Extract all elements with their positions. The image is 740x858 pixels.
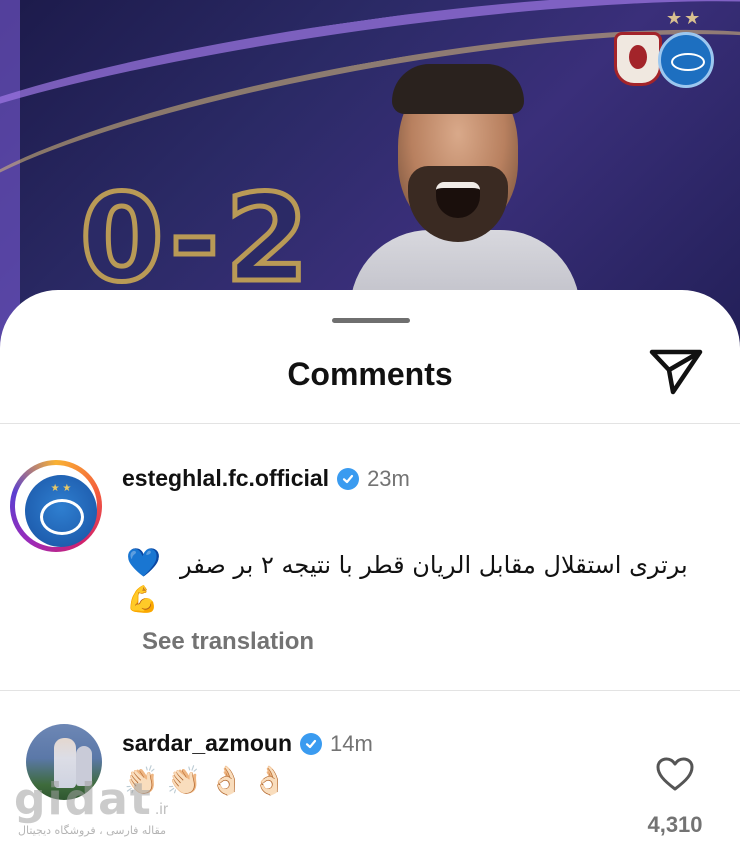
like-count: 4,310 [647, 812, 703, 837]
see-translation-link[interactable]: See translation [142, 628, 314, 656]
watermark: gidat .ir مقاله فارسی ، فروشگاه دیجیتال [14, 778, 169, 838]
verified-badge-icon [337, 467, 360, 490]
club-crest-icon [658, 32, 714, 88]
ok-hand-emoji: 👌🏻 [251, 764, 287, 797]
player-photo [350, 64, 580, 330]
club-stars: ★★ [666, 8, 703, 28]
verified-badge-icon [300, 732, 323, 755]
send-icon [649, 349, 703, 395]
comment-time: 23m [367, 465, 410, 491]
heart-icon [656, 757, 694, 791]
esteghlal-logo-icon: ★ ★ [25, 475, 97, 547]
watermark-subtitle: مقاله فارسی ، فروشگاه دیجیتال [18, 824, 166, 837]
blue-heart-emoji: 💙 [126, 546, 161, 579]
share-button[interactable] [646, 346, 706, 398]
match-score: 0-2 [78, 170, 315, 309]
username[interactable]: sardar_azmoun [122, 730, 292, 757]
comment-header: sardar_azmoun 14m [122, 730, 373, 757]
flexed-biceps-emoji: 💪 [126, 585, 159, 615]
comment-divider [0, 690, 740, 691]
opponent-crest-icon [614, 32, 662, 86]
sheet-title: Comments [287, 356, 453, 392]
username[interactable]: esteghlal.fc.official [122, 465, 329, 492]
avatar[interactable]: ★ ★ [10, 460, 102, 552]
watermark-tld: .ir [154, 801, 169, 818]
comment-text: برتری استقلال مقابل الریان قطر با نتیجه … [180, 551, 688, 579]
clapping-hands-emoji: 👏🏻 [166, 764, 202, 797]
watermark-logo: gidat [14, 774, 153, 825]
player-hair [392, 64, 524, 114]
like-button[interactable] [655, 756, 695, 792]
header-divider [0, 423, 740, 424]
comment-time: 14m [330, 730, 373, 756]
comment-header: esteghlal.fc.official 23m [122, 465, 410, 492]
ok-hand-emoji: 👌🏻 [209, 764, 245, 797]
drag-handle[interactable] [332, 318, 410, 323]
